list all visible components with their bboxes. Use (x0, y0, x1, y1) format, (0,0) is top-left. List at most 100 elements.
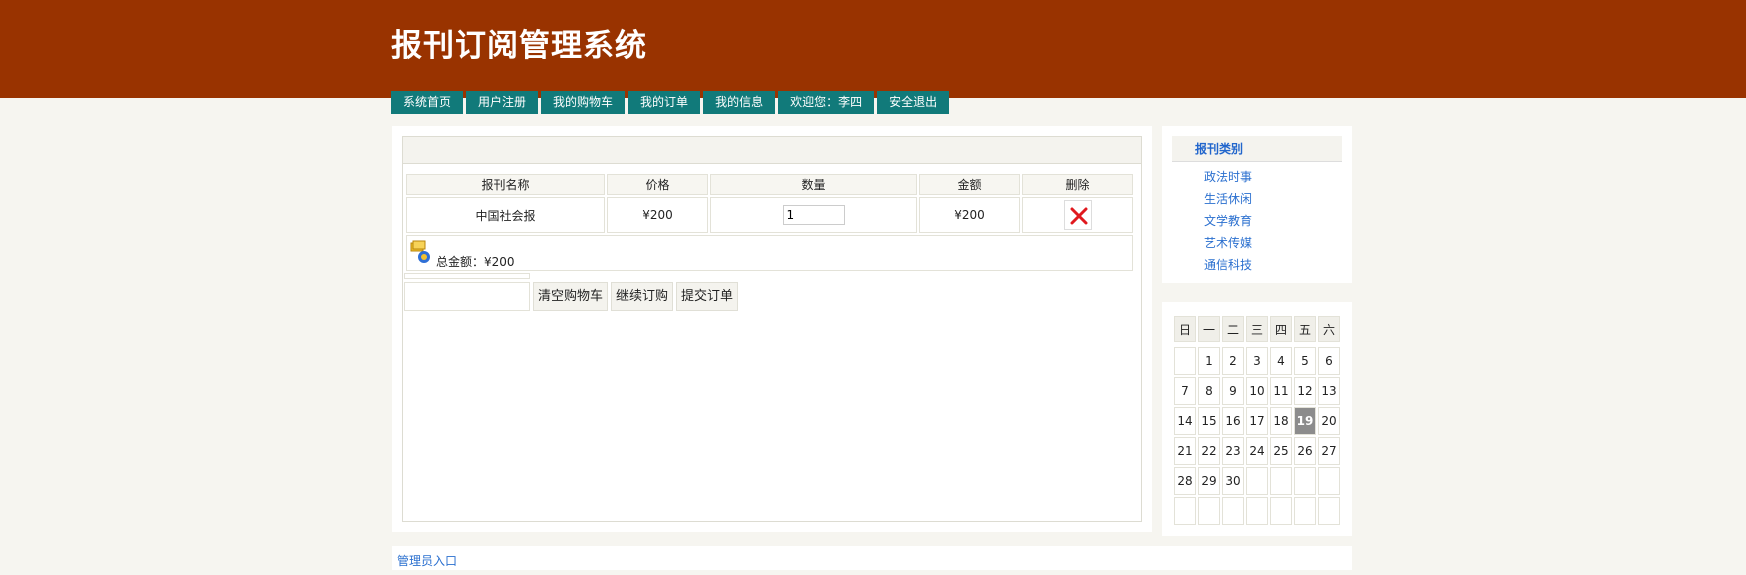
weekday-label: 二 (1222, 316, 1244, 342)
category-link[interactable]: 艺术传媒 (1204, 232, 1252, 254)
clear-cart-button[interactable]: 清空购物车 (533, 282, 609, 311)
calendar-day[interactable]: 1 (1198, 347, 1220, 375)
calendar-day[interactable]: 29 (1198, 467, 1220, 495)
continue-shopping-button[interactable]: 继续订购 (611, 282, 674, 311)
category-link[interactable]: 文学教育 (1204, 210, 1252, 232)
nav-cart[interactable]: 我的购物车 (541, 91, 626, 114)
category-panel: 报刊类别 政法时事 生活休闲 文学教育 艺术传媒 通信科技 (1162, 126, 1352, 283)
calendar-day[interactable]: 17 (1246, 407, 1268, 435)
calendar-week: 7 8 9 10 11 12 13 (1174, 377, 1340, 405)
calendar-day[interactable]: 15 (1198, 407, 1220, 435)
calendar-empty-day (1270, 497, 1292, 525)
delete-x-icon (1070, 207, 1087, 225)
calendar-day[interactable]: 10 (1246, 377, 1268, 405)
calendar: 日一二三四五六 1 2 3 4 5 6 7 8 9 10 11 12 13 14 15 16 17 18 19 20 21… (1172, 314, 1342, 527)
calendar-week: 123456 (1174, 347, 1340, 375)
calendar-empty-day (1246, 497, 1268, 525)
weekday-header-row: 日一二三四五六 (1174, 316, 1340, 342)
weekday-label: 五 (1294, 316, 1316, 342)
nav-home[interactable]: 系统首页 (391, 91, 464, 114)
calendar-day[interactable]: 5 (1294, 347, 1316, 375)
calendar-day[interactable]: 25 (1270, 437, 1292, 465)
calendar-spacer (1174, 344, 1340, 345)
calendar-day[interactable]: 9 (1222, 377, 1244, 405)
col-delete-header: 删除 (1022, 174, 1133, 195)
calendar-day[interactable]: 2 (1222, 347, 1244, 375)
calendar-week (1174, 497, 1340, 525)
col-quantity-header: 数量 (710, 174, 917, 195)
calendar-empty-day (1174, 347, 1196, 375)
calendar-day[interactable]: 21 (1174, 437, 1196, 465)
calendar-day[interactable]: 11 (1270, 377, 1292, 405)
calendar-week: 14 15 16 17 18 19 20 (1174, 407, 1340, 435)
money-bag-icon (410, 240, 430, 263)
calendar-day[interactable]: 23 (1222, 437, 1244, 465)
calendar-empty-day (1318, 497, 1340, 525)
total-row: 总金额：¥200 (406, 235, 1133, 271)
footer: 管理员入口 (392, 546, 1352, 570)
blank-cell (404, 273, 530, 279)
calendar-day[interactable]: 30 (1222, 467, 1244, 495)
quantity-input[interactable] (782, 205, 845, 225)
item-delete-cell (1022, 197, 1133, 233)
weekday-label: 六 (1318, 316, 1340, 342)
calendar-day[interactable]: 6 (1318, 347, 1340, 375)
calendar-empty-day (1174, 497, 1196, 525)
calendar-empty-day (1294, 467, 1316, 495)
blank-spacer (404, 273, 530, 311)
category-link[interactable]: 通信科技 (1204, 254, 1252, 276)
calendar-day[interactable]: 20 (1318, 407, 1340, 435)
calendar-panel: 日一二三四五六 1 2 3 4 5 6 7 8 9 10 11 12 13 14 15 16 17 18 19 20 21… (1162, 302, 1352, 536)
calendar-day[interactable]: 27 (1318, 437, 1340, 465)
category-link[interactable]: 生活休闲 (1204, 188, 1252, 210)
calendar-day[interactable]: 16 (1222, 407, 1244, 435)
nav-logout[interactable]: 安全退出 (877, 91, 950, 114)
calendar-day[interactable]: 26 (1294, 437, 1316, 465)
main-nav: 系统首页 用户注册 我的购物车 我的订单 我的信息 欢迎您：李四 安全退出 (391, 91, 950, 114)
col-price-header: 价格 (607, 174, 708, 195)
calendar-empty-day (1246, 467, 1268, 495)
weekday-label: 三 (1246, 316, 1268, 342)
submit-order-button[interactable]: 提交订单 (676, 282, 739, 311)
calendar-day[interactable]: 22 (1198, 437, 1220, 465)
category-list: 政法时事 生活休闲 文学教育 艺术传媒 通信科技 (1204, 166, 1252, 276)
calendar-empty-day (1270, 467, 1292, 495)
calendar-day[interactable]: 19 (1294, 407, 1316, 435)
weekday-label: 日 (1174, 316, 1196, 342)
nav-orders[interactable]: 我的订单 (628, 91, 701, 114)
item-quantity-cell (710, 197, 917, 233)
calendar-day[interactable]: 3 (1246, 347, 1268, 375)
calendar-week: 21 22 23 24 25 26 27 (1174, 437, 1340, 465)
calendar-empty-day (1294, 497, 1316, 525)
admin-entry-link[interactable]: 管理员入口 (397, 552, 457, 569)
table-row: 中国社会报 ¥200 ¥200 (406, 197, 1133, 233)
nav-my-info[interactable]: 我的信息 (703, 91, 776, 114)
total-cell: 总金额：¥200 (406, 235, 1133, 271)
calendar-day[interactable]: 7 (1174, 377, 1196, 405)
calendar-empty-day (1318, 467, 1340, 495)
nav-register[interactable]: 用户注册 (466, 91, 539, 114)
category-link[interactable]: 政法时事 (1204, 166, 1252, 188)
weekday-label: 四 (1270, 316, 1292, 342)
col-name-header: 报刊名称 (406, 174, 605, 195)
calendar-day[interactable]: 12 (1294, 377, 1316, 405)
calendar-day[interactable]: 14 (1174, 407, 1196, 435)
cart-table: 报刊名称 价格 数量 金额 删除 中国社会报 ¥200 ¥200 (404, 172, 1135, 273)
category-title: 报刊类别 (1172, 136, 1342, 162)
delete-button[interactable] (1063, 200, 1092, 230)
calendar-day[interactable]: 18 (1270, 407, 1292, 435)
calendar-week: 28 29 30 (1174, 467, 1340, 495)
nav-welcome-user[interactable]: 欢迎您：李四 (778, 91, 875, 114)
calendar-day[interactable]: 28 (1174, 467, 1196, 495)
calendar-spacer-cell (1174, 344, 1340, 345)
calendar-day[interactable]: 24 (1246, 437, 1268, 465)
item-amount: ¥200 (919, 197, 1020, 233)
col-amount-header: 金额 (919, 174, 1020, 195)
cart-actions: 清空购物车 继续订购 提交订单 (404, 273, 739, 311)
weekday-label: 一 (1198, 316, 1220, 342)
calendar-empty-day (1198, 497, 1220, 525)
calendar-day[interactable]: 13 (1318, 377, 1340, 405)
calendar-empty-day (1222, 497, 1244, 525)
calendar-day[interactable]: 4 (1270, 347, 1292, 375)
calendar-day[interactable]: 8 (1198, 377, 1220, 405)
